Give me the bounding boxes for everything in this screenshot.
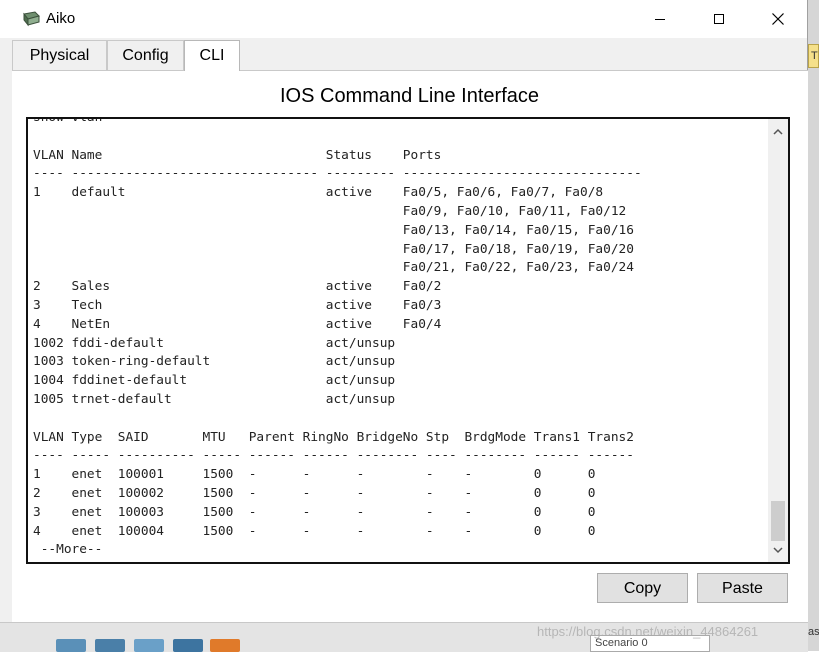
terminal-scrollbar[interactable]: [768, 119, 788, 562]
title-bar: Aiko: [0, 0, 807, 38]
cli-terminal[interactable]: show vlan VLAN Name Status Ports ---- --…: [26, 117, 790, 564]
background-toolbar-chip: Ti: [808, 44, 819, 68]
tab-cli[interactable]: CLI: [184, 40, 240, 71]
close-icon: [772, 13, 784, 25]
terminal-output: show vlan VLAN Name Status Ports ---- --…: [33, 117, 642, 558]
device-icon: [95, 639, 125, 652]
device-window: Aiko Physical Config CLI IOS Command Lin…: [0, 0, 808, 622]
switch-app-icon: [21, 10, 41, 28]
watermark-text: https://blog.csdn.net/weixin_44864261: [537, 624, 759, 639]
cli-heading: IOS Command Line Interface: [279, 85, 539, 107]
minimize-button[interactable]: [630, 0, 690, 38]
device-icon: [134, 639, 164, 652]
copy-button[interactable]: Copy: [597, 573, 688, 603]
tab-physical[interactable]: Physical: [12, 40, 107, 70]
device-icon: [210, 639, 240, 652]
window-title: Aiko: [46, 10, 76, 27]
background-side-text: as: [808, 626, 819, 638]
chevron-down-icon: [773, 547, 783, 554]
minimize-icon: [655, 19, 665, 20]
close-button[interactable]: [748, 0, 808, 38]
scroll-down-arrow[interactable]: [768, 540, 788, 560]
device-icon: [56, 639, 86, 652]
device-icon: [173, 639, 203, 652]
maximize-icon: [714, 14, 724, 24]
tab-config[interactable]: Config: [107, 40, 184, 70]
scroll-thumb[interactable]: [771, 501, 785, 541]
chevron-up-icon: [773, 128, 783, 135]
maximize-button[interactable]: [689, 0, 749, 38]
scroll-up-arrow[interactable]: [768, 122, 788, 142]
paste-button[interactable]: Paste: [697, 573, 788, 603]
